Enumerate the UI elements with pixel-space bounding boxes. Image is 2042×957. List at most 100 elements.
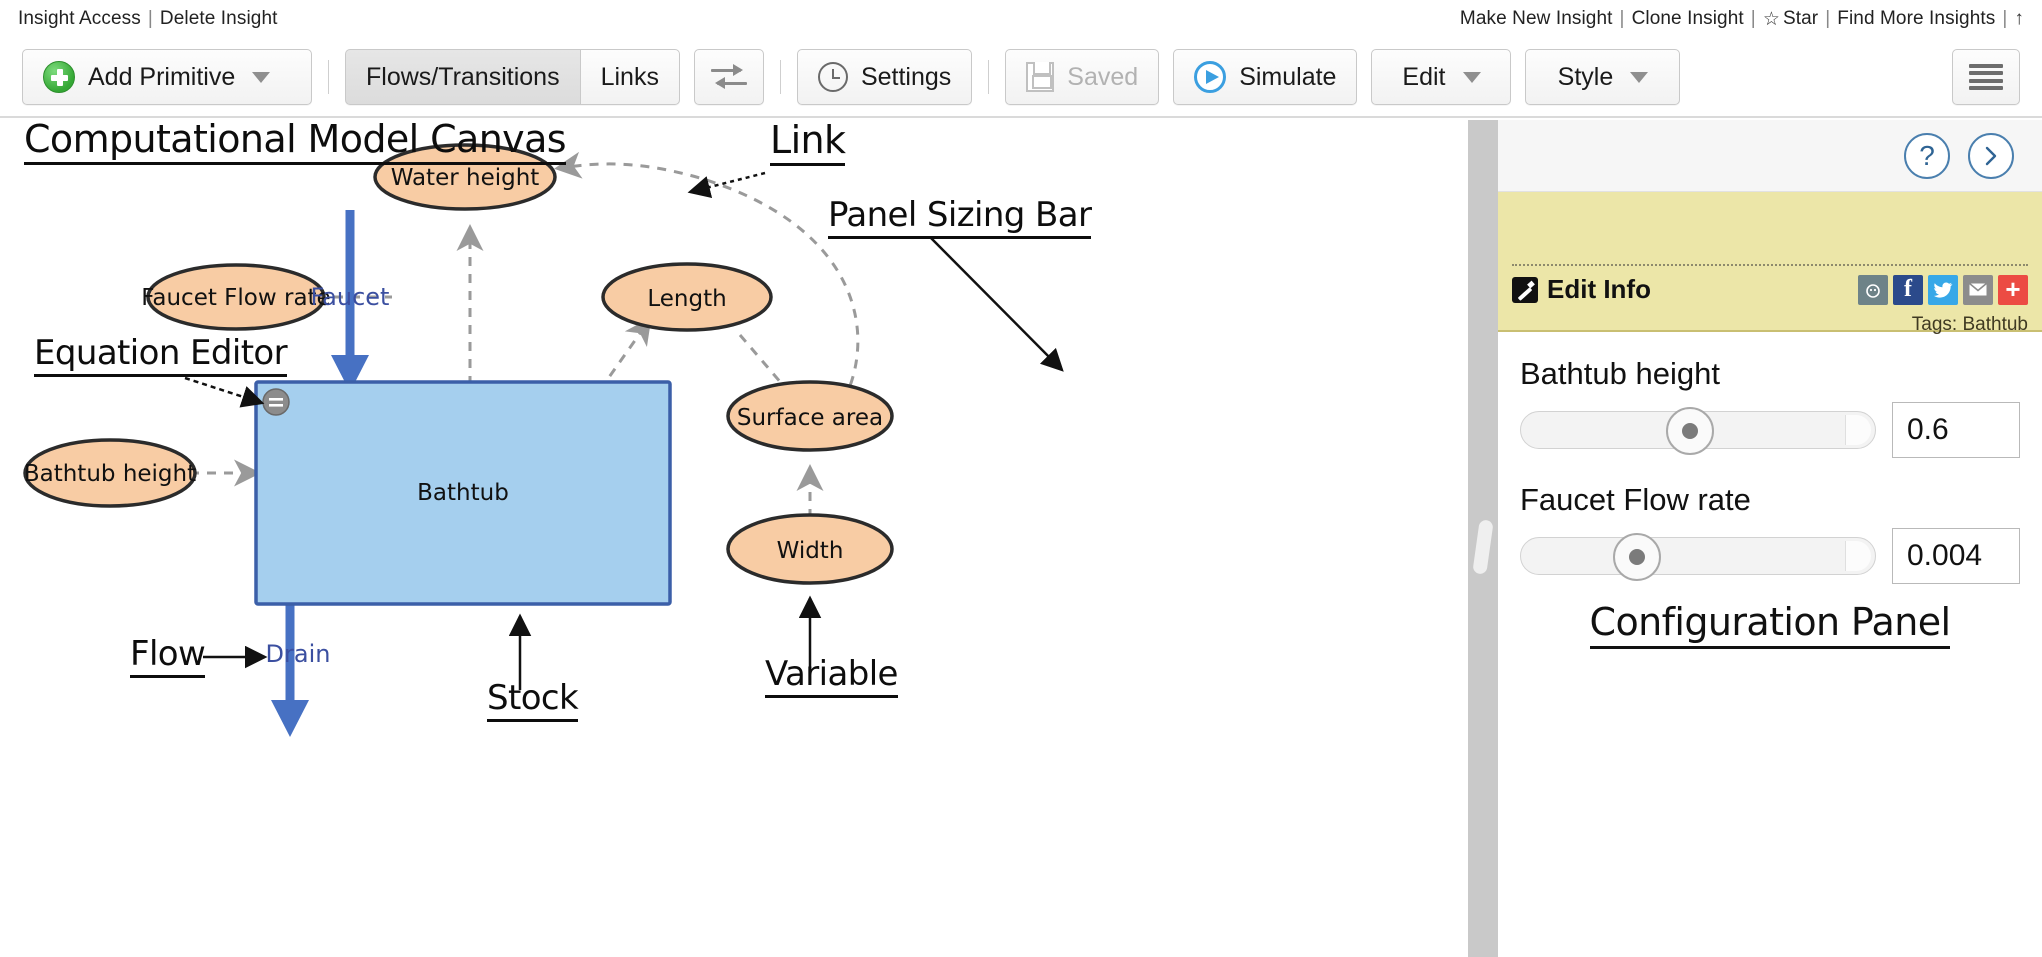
annotation-leader-link — [687, 171, 766, 198]
mode-toggle-group: Flows/Transitions Links — [345, 49, 680, 105]
flow-faucet-label: Faucet — [311, 283, 390, 311]
configuration-panel-annotation: Configuration Panel — [1498, 600, 2042, 649]
social-share-group: f + — [1858, 274, 2028, 305]
annotation-equation-editor: Equation Editor — [34, 333, 288, 377]
top-link-bar: Insight Access | Delete Insight Make New… — [0, 0, 2042, 38]
insight-info-card: Edit Info f + Tags: Bathtub — [1498, 192, 2042, 335]
settings-label: Settings — [860, 62, 952, 91]
twitter-icon[interactable] — [1928, 274, 1958, 305]
links-label: Links — [600, 62, 659, 91]
variable-faucet-flow-rate-label: Faucet Flow rate — [141, 285, 330, 311]
faucet-flow-rate-slider-track[interactable] — [1520, 533, 1876, 581]
dotted-divider — [1512, 264, 2028, 266]
annotation-flow: Flow — [130, 634, 206, 678]
arrow-up-icon[interactable]: ↑ — [2014, 8, 2024, 30]
annotation-canvas-title: Computational Model Canvas — [24, 120, 567, 165]
settings-button[interactable]: Settings — [796, 49, 973, 105]
swap-direction-button[interactable] — [693, 49, 764, 105]
flows-transitions-tab[interactable]: Flows/Transitions — [345, 49, 580, 105]
flow-drain-label: Drain — [266, 640, 331, 668]
panel-resize-grip[interactable] — [1472, 519, 1494, 575]
reddit-icon[interactable] — [1858, 274, 1888, 305]
star-link[interactable]: Star — [1783, 8, 1818, 30]
email-icon[interactable] — [1963, 274, 1993, 305]
chevron-right-icon[interactable] — [1968, 132, 2014, 179]
bathtub-height-value-input[interactable]: 0.6 — [1892, 402, 2020, 458]
link-bathtub-to-length — [598, 317, 652, 391]
hamburger-menu-icon — [1969, 64, 2003, 90]
make-new-insight-link[interactable]: Make New Insight — [1460, 8, 1613, 30]
equation-editor-icon — [262, 388, 290, 416]
simulate-button[interactable]: Simulate — [1173, 49, 1358, 105]
variable-water-height-label: Water height — [391, 165, 540, 191]
configuration-panel-label: Configuration Panel — [1589, 600, 1951, 649]
flow-drain-arrow — [271, 700, 309, 737]
pencil-icon — [1512, 276, 1538, 303]
separator: | — [147, 8, 153, 29]
separator: | — [1750, 8, 1756, 29]
style-label: Style — [1557, 62, 1614, 91]
faucet-flow-rate-value-input[interactable]: 0.004 — [1892, 528, 2020, 584]
variable-length-label: Length — [647, 286, 726, 312]
insight-access-link[interactable]: Insight Access — [18, 8, 141, 30]
saved-button: Saved — [1005, 49, 1160, 105]
annotation-variable: Variable — [765, 654, 898, 698]
style-menu-button[interactable]: Style — [1525, 49, 1681, 105]
annotation-panel-sizing-bar: Panel Sizing Bar — [828, 195, 1092, 239]
toolbar-divider — [328, 60, 329, 94]
top-links-left: Insight Access | Delete Insight — [18, 8, 278, 30]
annotation-leader-equation-editor — [184, 376, 265, 408]
annotation-link: Link — [770, 120, 846, 166]
panel-header: ? — [1498, 120, 2042, 192]
annotation-leader-panel-sizing — [929, 236, 1064, 372]
edit-info-button[interactable]: Edit Info — [1512, 274, 1651, 305]
links-tab[interactable]: Links — [579, 49, 680, 105]
edit-info-label: Edit Info — [1547, 274, 1651, 304]
main-toolbar: Add Primitive Flows/Transitions Links Se… — [0, 38, 2042, 118]
toolbar-divider — [779, 60, 781, 94]
delete-insight-link[interactable]: Delete Insight — [160, 8, 278, 30]
edit-label: Edit — [1402, 62, 1446, 91]
edit-menu-button[interactable]: Edit — [1371, 49, 1512, 105]
floppy-disk-icon — [1026, 62, 1055, 92]
configuration-panel: ? Edit Info f + Tags: Bathtub Bathtub he… — [1498, 120, 2042, 957]
slider-group-faucet-flow-rate: Faucet Flow rate 0.004 — [1520, 482, 2020, 584]
find-more-insights-link[interactable]: Find More Insights — [1837, 8, 1995, 30]
stock-bathtub-label: Bathtub — [417, 480, 509, 506]
add-primitive-label: Add Primitive — [88, 62, 236, 91]
swap-arrows-icon — [709, 62, 749, 92]
chevron-down-icon — [1462, 71, 1481, 83]
chevron-down-icon — [1630, 71, 1649, 83]
track-cap — [1845, 541, 1871, 571]
panel-sizing-bar[interactable] — [1468, 120, 1498, 957]
bathtub-height-slider-handle[interactable] — [1665, 407, 1714, 455]
saved-label: Saved — [1067, 62, 1139, 91]
variable-bathtub-height-label: Bathtub height — [24, 461, 196, 487]
slider-label-faucet-flow-rate: Faucet Flow rate — [1520, 482, 1751, 517]
separator: | — [1619, 8, 1625, 29]
diagram-svg: Bathtub Water height Faucet Flow rate Ba… — [23, 143, 1064, 737]
main-menu-button[interactable] — [1952, 49, 2020, 105]
facebook-icon[interactable]: f — [1893, 274, 1923, 305]
star-icon[interactable]: ☆ — [1763, 8, 1783, 31]
flows-transitions-label: Flows/Transitions — [366, 62, 560, 91]
clone-insight-link[interactable]: Clone Insight — [1632, 8, 1744, 30]
question-mark-icon[interactable]: ? — [1904, 132, 1950, 179]
variable-surface-area-label: Surface area — [737, 405, 883, 431]
play-circle-icon — [1194, 61, 1227, 93]
chevron-down-icon — [252, 71, 271, 83]
slider-group-bathtub-height: Bathtub height 0.6 — [1520, 356, 2020, 458]
simulate-label: Simulate — [1239, 62, 1337, 91]
slider-label-bathtub-height: Bathtub height — [1520, 356, 1720, 391]
share-more-icon[interactable]: + — [1998, 274, 2028, 305]
plus-circle-icon — [43, 61, 75, 93]
separator: | — [1825, 8, 1831, 29]
model-canvas[interactable]: Bathtub Water height Faucet Flow rate Ba… — [0, 120, 1468, 957]
variable-width-label: Width — [777, 538, 844, 564]
faucet-flow-rate-slider-handle[interactable] — [1613, 533, 1662, 581]
bathtub-height-slider-track[interactable] — [1520, 407, 1876, 455]
clock-icon — [817, 62, 848, 92]
annotation-stock: Stock — [487, 678, 579, 722]
add-primitive-button[interactable]: Add Primitive — [22, 49, 312, 105]
toolbar-divider — [988, 60, 990, 94]
